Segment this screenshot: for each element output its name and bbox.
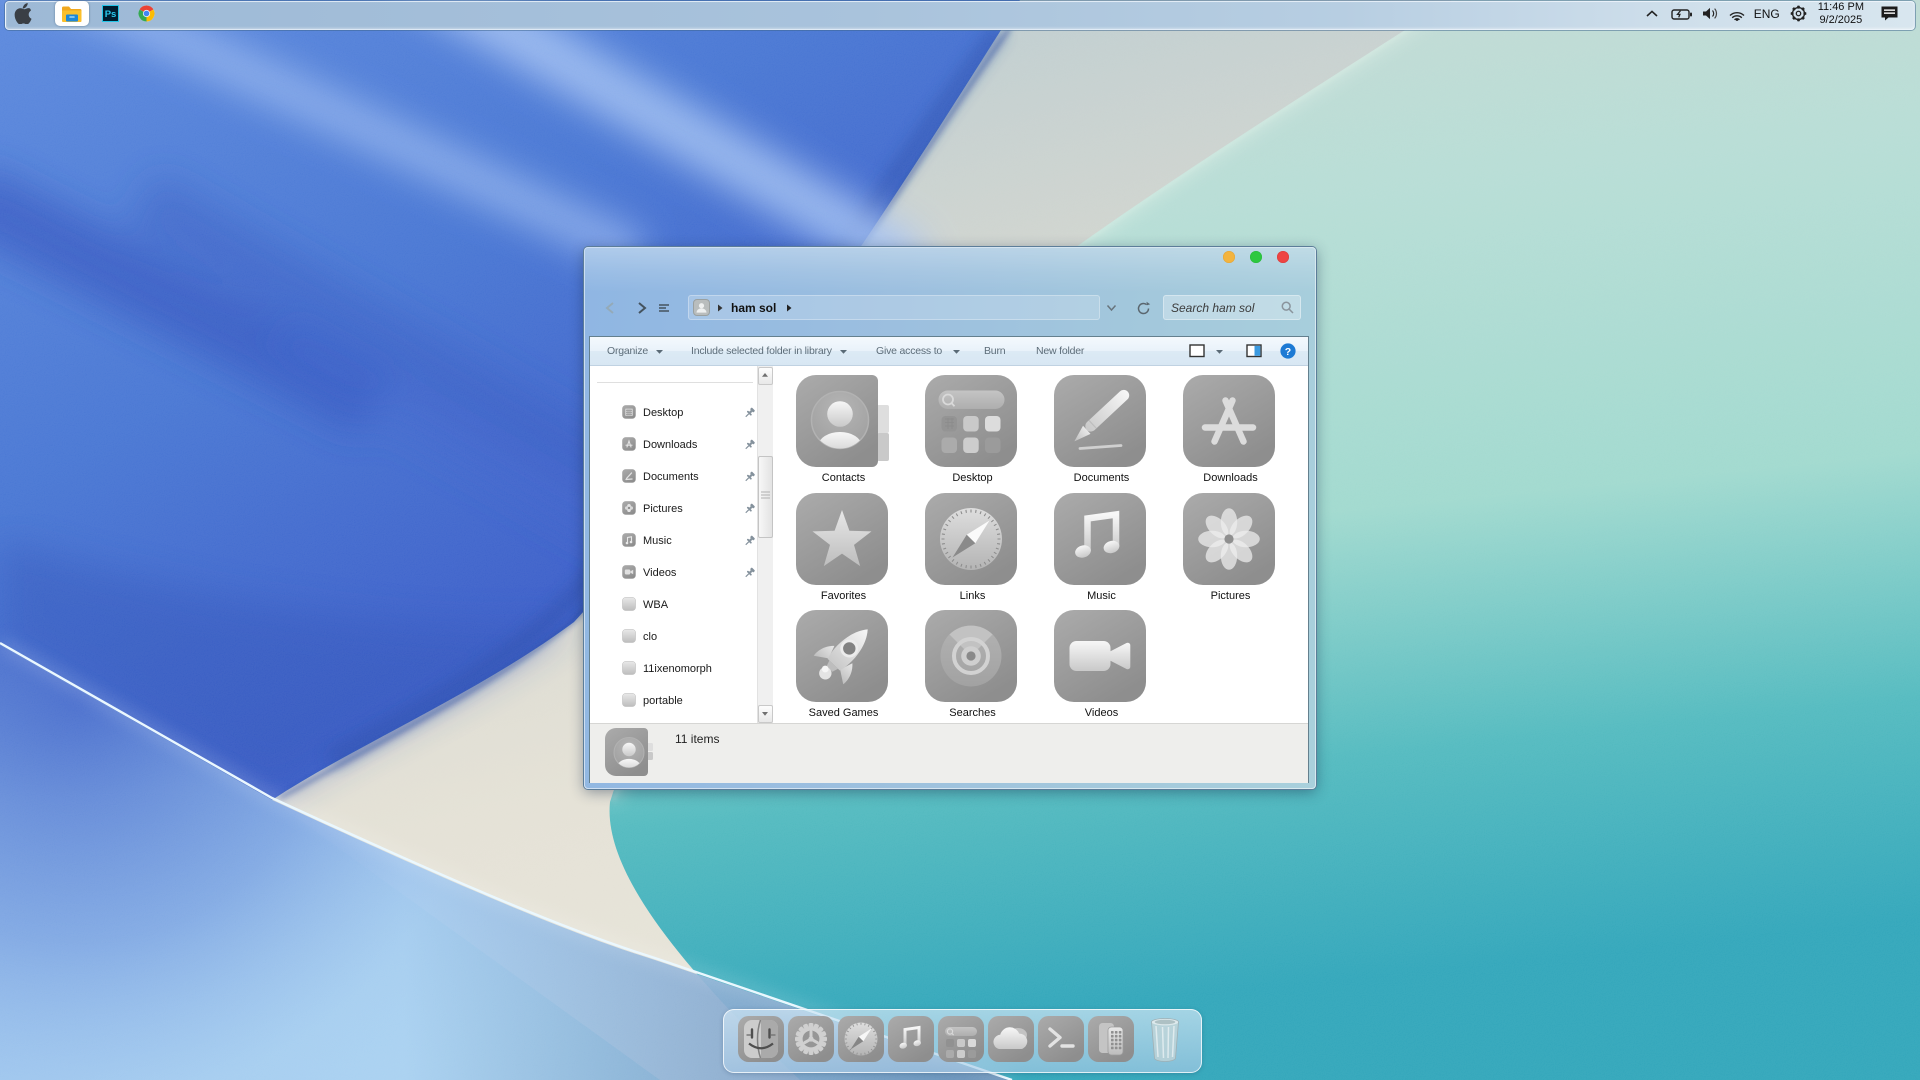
svg-text:Ps: Ps [104,9,116,20]
svg-text:?: ? [1285,346,1291,358]
